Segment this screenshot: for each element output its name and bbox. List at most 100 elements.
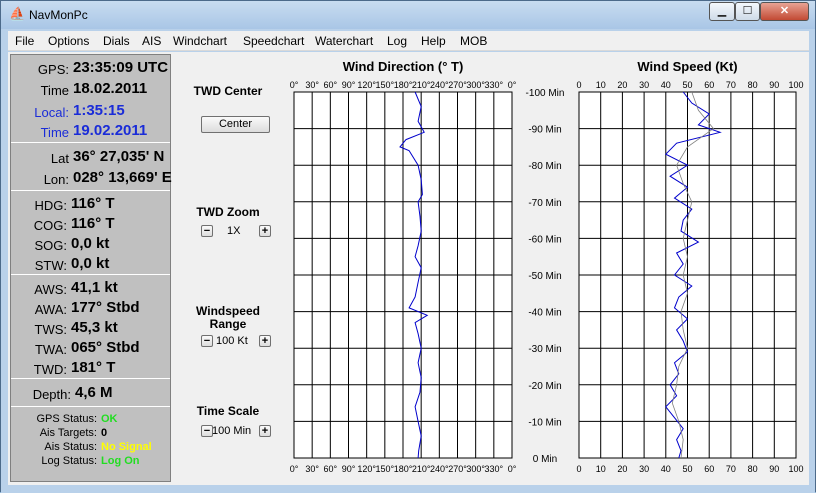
direction-x-tick-top: 330° (485, 80, 504, 90)
utc-date-row: Time 18.02.2011 (11, 80, 148, 100)
aws-label: AWS: (34, 282, 67, 297)
gps-value: 23:35:09 UTC (73, 59, 169, 76)
gps-time-row: GPS: 23:35:09 UTC (11, 59, 168, 79)
twa-row: TWA: 065° Stbd (11, 339, 140, 359)
lon-value: 028° 13,669' E (73, 169, 172, 186)
cog-label: COG: (33, 218, 67, 233)
menu-bar: File Options Dials AIS Windchart Speedch… (8, 31, 809, 51)
awa-label: AWA: (34, 302, 67, 317)
lat-row: Lat 36° 27,035' N (11, 148, 164, 168)
direction-x-tick-top: 60° (324, 80, 338, 90)
chart-controls: TWD Center Center TWD Zoom − 1X + Windsp… (175, 54, 285, 482)
menu-mob[interactable]: MOB (460, 34, 487, 48)
time-axis-tick: -90 Min (528, 125, 561, 136)
direction-x-tick-bottom: 60° (324, 464, 338, 474)
speed-x-tick-top: 40 (661, 80, 671, 90)
direction-x-tick-top: 0° (508, 80, 517, 90)
direction-x-tick-bottom: 300° (466, 464, 485, 474)
direction-x-tick-top: 300° (466, 80, 485, 90)
twd-zoom-plus-button[interactable]: + (259, 225, 271, 237)
time-axis-tick: -50 Min (528, 271, 561, 282)
heading-section: HDG: 116° T COG: 116° T SOG: 0,0 kt STW:… (11, 191, 170, 275)
direction-x-tick-top: 210° (412, 80, 431, 90)
twa-value: 065° Stbd (71, 339, 140, 356)
menu-log[interactable]: Log (387, 34, 407, 48)
windspeed-range-value: 100 Kt (216, 335, 248, 347)
stw-row: STW: 0,0 kt (11, 255, 110, 275)
menu-help[interactable]: Help (421, 34, 446, 48)
ais-targets-value: 0 (101, 427, 108, 439)
time-axis-tick: -40 Min (528, 308, 561, 319)
local-time-label: Time (40, 125, 69, 140)
menu-file[interactable]: File (15, 34, 34, 48)
cog-row: COG: 116° T (11, 215, 115, 235)
time-scale-plus-button[interactable]: + (259, 425, 271, 437)
menu-speedchart[interactable]: Speedchart (243, 34, 304, 48)
windspeed-plus-button[interactable]: + (259, 335, 271, 347)
speed-x-tick-bottom: 0 (576, 464, 581, 474)
sog-row: SOG: 0,0 kt (11, 235, 109, 255)
speed-x-tick-top: 50 (682, 80, 692, 90)
window-title: NavMonPc (29, 8, 88, 22)
windspeed-minus-button[interactable]: − (201, 335, 213, 347)
direction-x-tick-top: 270° (448, 80, 467, 90)
tws-value: 45,3 kt (71, 319, 118, 336)
lon-label: Lon: (43, 172, 69, 187)
ais-status-label: Ais Status: (44, 441, 97, 453)
direction-x-tick-bottom: 210° (412, 464, 431, 474)
menu-waterchart[interactable]: Waterchart (315, 34, 373, 48)
stw-value: 0,0 kt (71, 255, 110, 272)
twd-zoom-value: 1X (227, 225, 241, 237)
time-scale-label: Time Scale (196, 404, 260, 418)
time-axis-tick: -70 Min (528, 198, 561, 209)
close-button[interactable]: ✕ (760, 2, 809, 21)
menu-dials[interactable]: Dials (103, 34, 130, 48)
sog-label: SOG: (34, 238, 67, 253)
direction-x-tick-bottom: 0° (290, 464, 299, 474)
title-bar[interactable]: ⛵ NavMonPc ▁ ☐ ✕ (1, 1, 815, 29)
aws-row: AWS: 41,1 kt (11, 279, 117, 299)
hdg-row: HDG: 116° T (11, 195, 115, 215)
gps-status-value: OK (101, 413, 118, 425)
menu-windchart[interactable]: Windchart (173, 34, 227, 48)
time-axis-tick: -10 Min (528, 417, 561, 428)
menu-ais[interactable]: AIS (142, 34, 161, 48)
speed-x-tick-bottom: 100 (788, 464, 803, 474)
wind-section: AWS: 41,1 kt AWA: 177° Stbd TWS: 45,3 kt… (11, 275, 170, 379)
speed-x-tick-bottom: 10 (596, 464, 606, 474)
app-window: ⛵ NavMonPc ▁ ☐ ✕ File Options Dials AIS … (0, 0, 816, 493)
direction-x-tick-bottom: 30° (305, 464, 319, 474)
direction-chart-title: Wind Direction (° T) (343, 59, 464, 74)
local-time-row: Local: 1:35:15 (11, 102, 124, 122)
time-axis-tick: -80 Min (528, 161, 561, 172)
menu-options[interactable]: Options (48, 34, 89, 48)
maximize-button[interactable]: ☐ (735, 2, 760, 21)
speed-x-tick-bottom: 30 (639, 464, 649, 474)
direction-x-tick-top: 180° (394, 80, 413, 90)
local-time-value: 1:35:15 (73, 102, 125, 119)
time-axis-tick: -30 Min (528, 344, 561, 355)
speed-x-tick-top: 70 (726, 80, 736, 90)
center-button[interactable]: Center (201, 116, 270, 133)
time-scale-value: 100 Min (212, 425, 252, 437)
aws-value: 41,1 kt (71, 279, 118, 296)
minimize-button[interactable]: ▁ (709, 2, 735, 21)
lat-label: Lat (50, 151, 69, 166)
direction-x-tick-bottom: 270° (448, 464, 467, 474)
ais-status-value: No Signal (101, 441, 152, 453)
awa-row: AWA: 177° Stbd (11, 299, 140, 319)
direction-x-tick-top: 90° (342, 80, 356, 90)
depth-label: Depth: (32, 387, 71, 402)
speed-x-tick-bottom: 50 (682, 464, 692, 474)
hdg-value: 116° T (71, 195, 115, 212)
depth-row: Depth: 4,6 M (11, 384, 113, 404)
time-axis-tick: -100 Min (526, 88, 565, 99)
twd-zoom-label: TWD Zoom (196, 205, 260, 219)
sog-value: 0,0 kt (71, 235, 110, 252)
local-date-row: Time 19.02.2011 (11, 122, 148, 142)
utc-date-value: 18.02.2011 (73, 80, 148, 97)
log-status-label: Log Status: (41, 455, 97, 467)
speed-x-tick-bottom: 80 (748, 464, 758, 474)
twd-zoom-minus-button[interactable]: − (201, 225, 213, 237)
speed-chart-title: Wind Speed (Kt) (637, 59, 737, 74)
